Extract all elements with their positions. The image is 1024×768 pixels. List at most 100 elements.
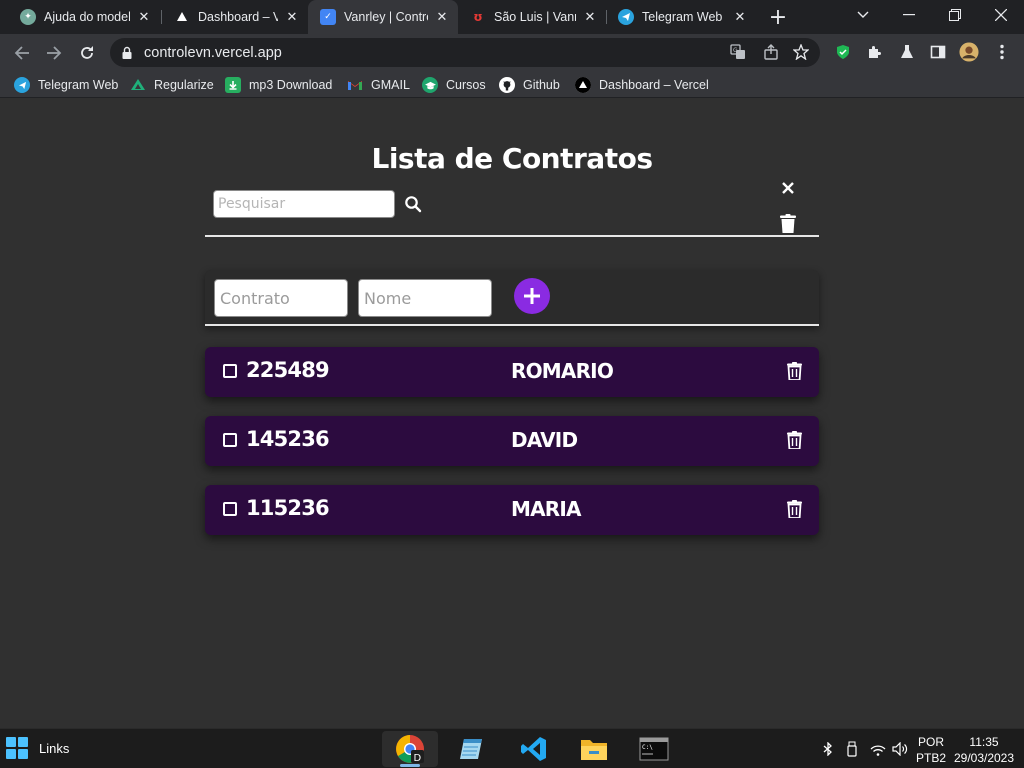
taskbar-file-explorer[interactable] — [566, 731, 622, 767]
taskbar-chrome[interactable]: D — [382, 731, 438, 767]
svg-text:G: G — [733, 47, 738, 54]
reload-button[interactable] — [75, 41, 99, 65]
telegram-icon — [618, 9, 634, 25]
browser-tab-strip: ✦ Ajuda do model ✕ Dashboard – Ve ✕ ✓ Va… — [0, 0, 1024, 34]
share-button[interactable] — [761, 42, 781, 62]
bookmark-label: Github — [523, 78, 560, 92]
windows-logo-icon — [6, 737, 16, 747]
chatgpt-icon: ✦ — [20, 9, 36, 25]
language-code: POR — [918, 735, 945, 749]
contract-name: ROMARIO — [511, 359, 614, 383]
links-toolbar-label[interactable]: Links — [39, 741, 69, 756]
lock-icon — [122, 46, 132, 59]
arrow-left-icon — [14, 46, 29, 60]
close-tab-icon[interactable]: ✕ — [136, 9, 152, 25]
search-button[interactable] — [402, 193, 424, 215]
new-tab-button[interactable]: + — [766, 5, 790, 30]
input-language[interactable]: POR PTB2 — [916, 734, 946, 766]
close-tab-icon[interactable]: ✕ — [582, 9, 598, 25]
extensions-button[interactable] — [864, 42, 884, 62]
search-input[interactable] — [213, 190, 395, 218]
taskbar-vscode[interactable] — [506, 731, 562, 767]
folder-icon — [581, 740, 607, 760]
lab-button[interactable] — [897, 42, 917, 62]
bookmark-github[interactable]: Github — [499, 75, 560, 95]
github-icon — [499, 77, 515, 93]
plus-icon — [524, 288, 540, 304]
clear-search-button[interactable] — [779, 179, 797, 197]
svg-text:D: D — [414, 753, 422, 764]
contract-name: MARIA — [511, 497, 581, 521]
bookmark-regularize[interactable]: Regularize — [130, 75, 214, 95]
trash-icon — [780, 213, 796, 233]
contract-checkbox[interactable] — [223, 502, 237, 516]
contract-number: 115236 — [246, 496, 330, 520]
taskbar-notepad[interactable] — [444, 731, 500, 767]
battery-tray-icon[interactable] — [844, 739, 860, 759]
tab-title: Ajuda do model — [44, 10, 130, 24]
bluetooth-tray-icon[interactable] — [820, 739, 836, 759]
browser-tab-0[interactable]: ✦ Ajuda do model ✕ — [8, 0, 160, 34]
bookmark-star-button[interactable] — [791, 42, 811, 62]
taskbar-terminal[interactable]: C:\ — [626, 731, 682, 767]
address-bar[interactable]: controlevn.vercel.app — [110, 38, 820, 67]
bookmark-telegram-web[interactable]: Telegram Web — [14, 75, 118, 95]
divider — [205, 235, 819, 237]
shield-icon — [837, 45, 849, 59]
close-icon — [782, 182, 794, 194]
page-title: Lista de Contratos — [371, 142, 653, 175]
contract-input[interactable] — [214, 279, 348, 317]
bookmark-label: GMAIL — [371, 78, 410, 92]
reload-icon — [81, 46, 93, 59]
restore-button[interactable] — [932, 0, 978, 30]
close-window-button[interactable] — [978, 0, 1024, 30]
profile-button[interactable] — [959, 42, 979, 62]
delete-all-button[interactable] — [778, 212, 798, 234]
bookmark-mp3-download[interactable]: mp3 Download — [225, 75, 332, 95]
contract-checkbox[interactable] — [223, 364, 237, 378]
delete-contract-button[interactable] — [785, 430, 803, 450]
contract-item: 225489 ROMARIO — [205, 347, 819, 397]
close-tab-icon[interactable]: ✕ — [732, 9, 748, 25]
adblock-extension-button[interactable] — [833, 42, 853, 62]
trash-icon — [786, 500, 802, 518]
browser-tab-1[interactable]: Dashboard – Ve ✕ — [162, 0, 308, 34]
close-tab-icon[interactable]: ✕ — [284, 9, 300, 25]
gmail-icon — [347, 77, 363, 93]
back-button[interactable] — [10, 41, 34, 65]
share-icon — [764, 44, 778, 60]
bookmark-dashboard-vercel[interactable]: Dashboard – Vercel — [575, 75, 709, 95]
chrome-menu-button[interactable] — [992, 42, 1012, 62]
browser-tab-4[interactable]: Telegram Web ✕ — [606, 0, 756, 34]
close-tab-icon[interactable]: ✕ — [434, 9, 450, 25]
side-panel-button[interactable] — [928, 42, 948, 62]
browser-tab-3[interactable]: ʊ São Luis | Vanrle ✕ — [458, 0, 606, 34]
trash-icon — [786, 362, 802, 380]
delete-contract-button[interactable] — [785, 499, 803, 519]
translate-button[interactable]: G — [728, 42, 748, 62]
bookmark-cursos[interactable]: Cursos — [422, 75, 486, 95]
minimize-button[interactable] — [886, 0, 932, 30]
chrome-icon: D — [396, 735, 424, 764]
bookmark-label: Dashboard – Vercel — [599, 78, 709, 92]
bookmark-gmail[interactable]: GMAIL — [347, 75, 410, 95]
clock-date: 29/03/2023 — [953, 751, 1015, 765]
browser-tab-2[interactable]: ✓ Vanrley | Contro ✕ — [308, 0, 458, 34]
volume-tray-icon[interactable] — [891, 739, 909, 759]
start-button[interactable] — [6, 737, 28, 759]
tab-search-button[interactable] — [840, 0, 886, 30]
usb-drive-icon — [847, 741, 857, 757]
puzzle-icon — [869, 46, 881, 58]
telegram-icon — [14, 77, 30, 93]
name-input[interactable] — [358, 279, 492, 317]
add-contract-button[interactable] — [514, 278, 550, 314]
contract-checkbox[interactable] — [223, 433, 237, 447]
chevron-down-icon — [857, 11, 869, 18]
system-clock[interactable]: 11:35 29/03/2023 — [952, 734, 1016, 766]
tab-title: Vanrley | Contro — [344, 10, 428, 24]
vercel-icon — [174, 9, 190, 25]
wifi-tray-icon[interactable] — [869, 739, 887, 759]
forward-button[interactable] — [42, 41, 66, 65]
notepad-icon — [460, 739, 482, 759]
delete-contract-button[interactable] — [785, 361, 803, 381]
